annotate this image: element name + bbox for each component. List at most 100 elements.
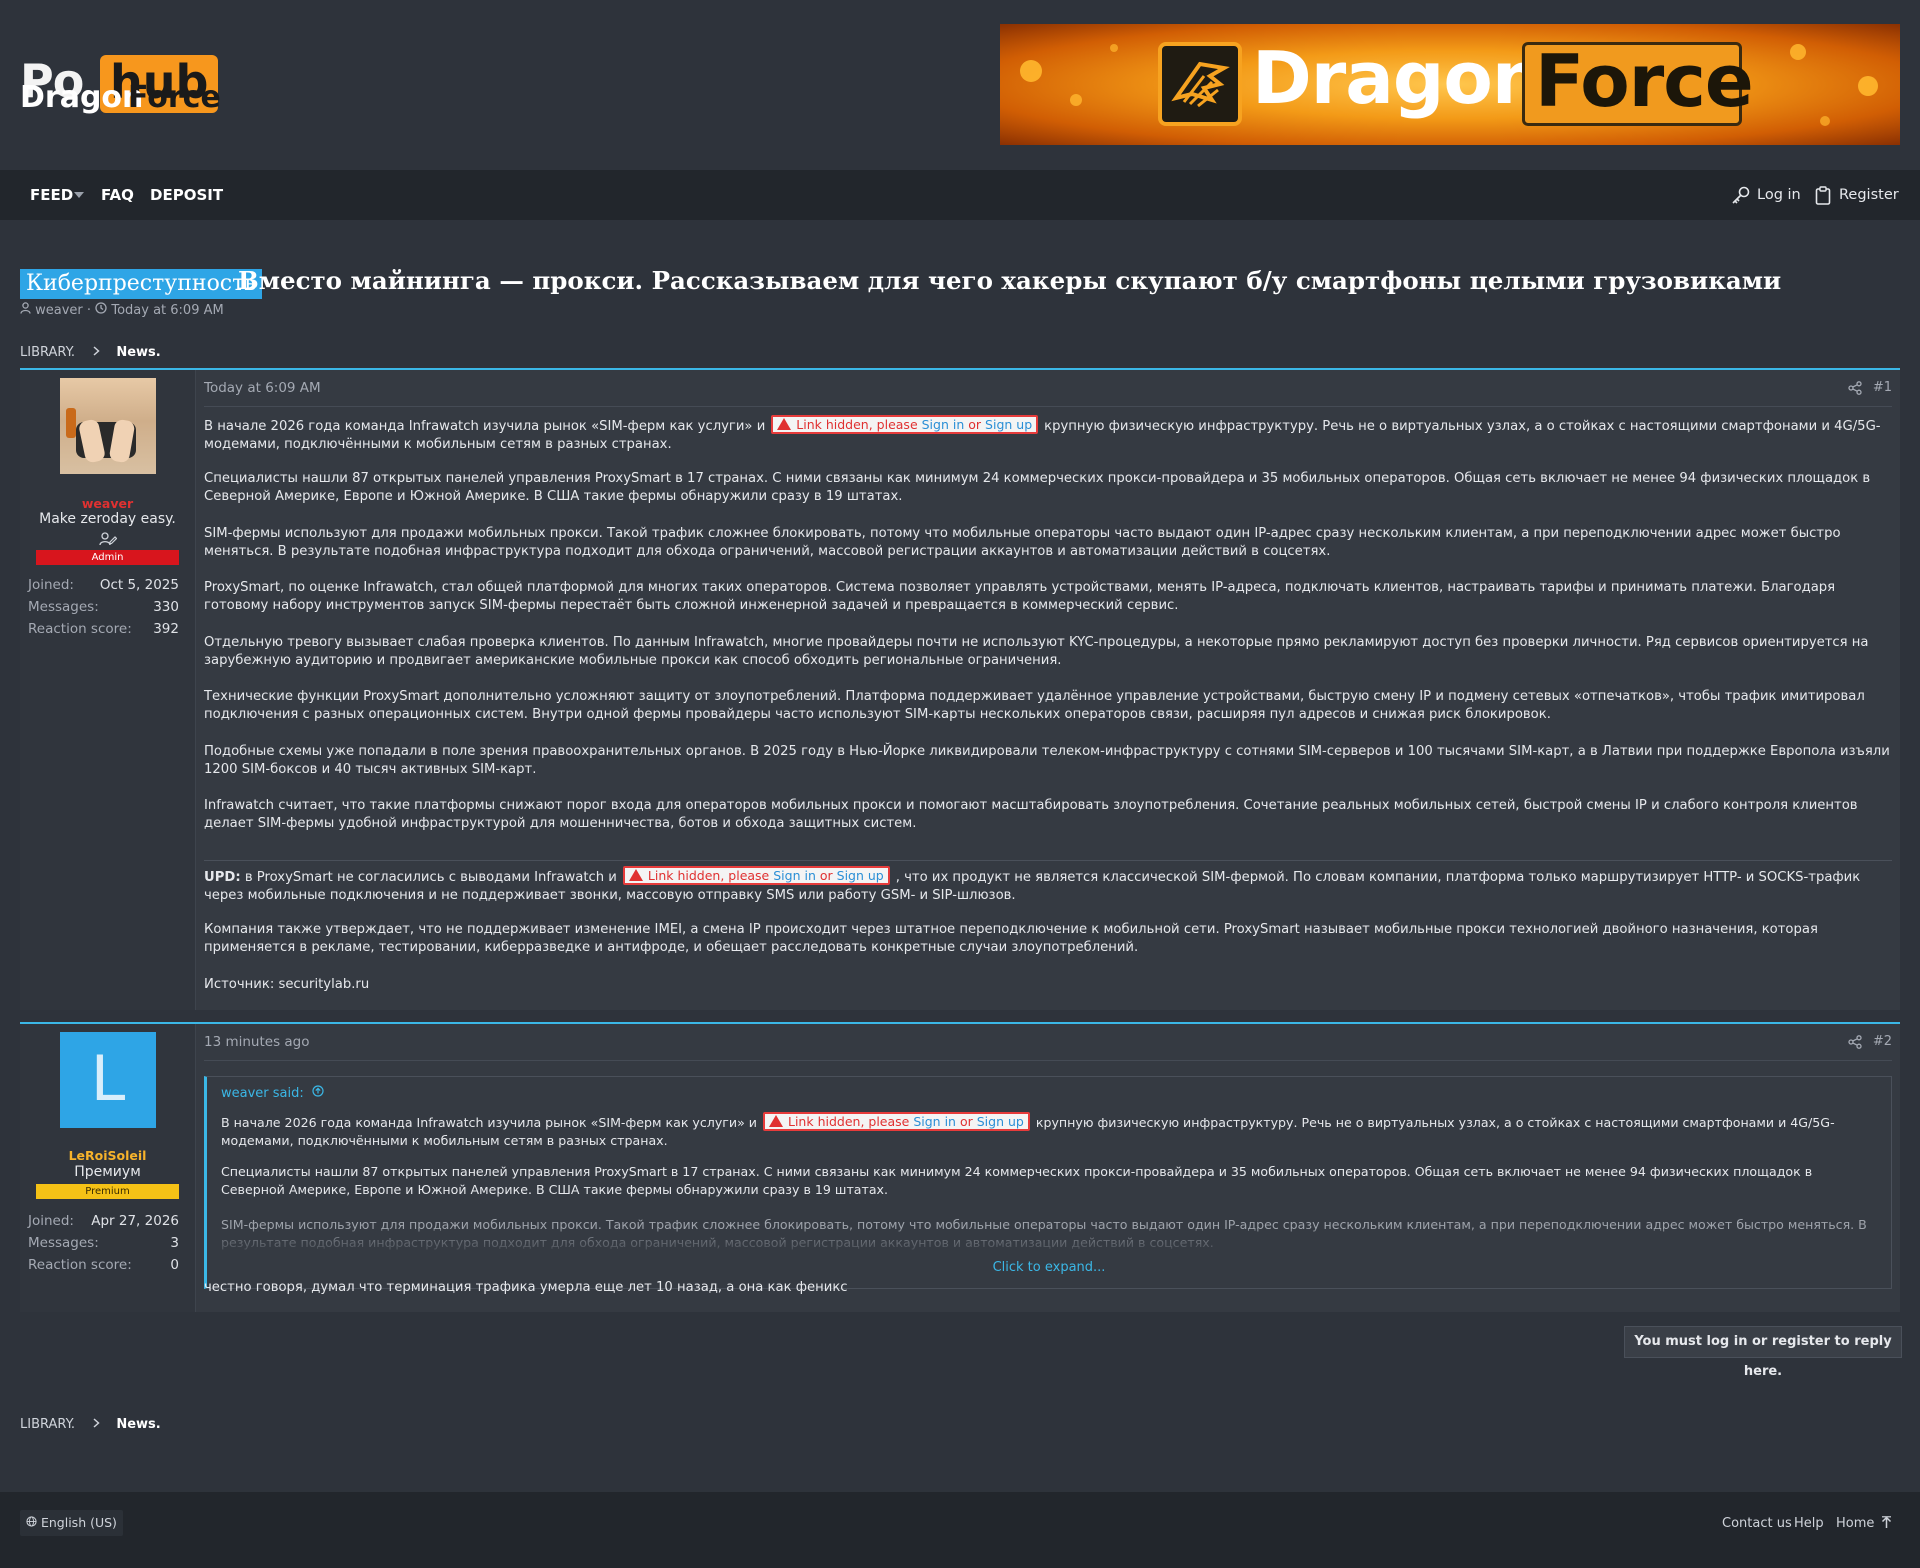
warning-icon bbox=[628, 869, 643, 881]
thread-date[interactable]: Today at 6:09 AM bbox=[111, 303, 223, 318]
sign-in-link[interactable]: Sign in bbox=[773, 868, 816, 883]
nav-deposit[interactable]: DEPOSIT bbox=[150, 170, 223, 220]
user-title: Make zeroday easy. bbox=[39, 511, 176, 527]
post-paragraph: Компания также утверждает, что не поддер… bbox=[204, 922, 1818, 955]
click-to-expand[interactable]: Click to expand... bbox=[207, 1260, 1891, 1275]
logo-word-force: Force bbox=[128, 80, 221, 115]
site-footer: English (US) Contact us Help Home bbox=[0, 1492, 1920, 1568]
user-banner: Admin bbox=[36, 550, 179, 565]
share-icon[interactable] bbox=[1848, 1035, 1862, 1053]
post-body: честно говоря, думал что терминация траф… bbox=[204, 1280, 848, 1295]
stat-reaction-score: Reaction score: 392 bbox=[28, 621, 179, 637]
post-paragraph: Подобные схемы уже попадали в поле зрени… bbox=[204, 744, 1890, 777]
hidden-link-notice[interactable]: Link hidden, please Sign in or Sign up bbox=[622, 866, 890, 885]
post-source: Источник: securitylab.ru bbox=[204, 977, 370, 992]
chevron-right-icon bbox=[93, 1417, 104, 1432]
logo-word-dragon: Dragon bbox=[20, 80, 144, 115]
post-2: L LeRoiSoleil Премиум Premium Joined: Apr… bbox=[20, 1022, 1900, 1312]
sign-in-link[interactable]: Sign in bbox=[922, 417, 965, 432]
banner-word-dragon: Dragon bbox=[1252, 36, 1543, 120]
footer-help-link[interactable]: Help bbox=[1794, 1516, 1824, 1531]
thread-meta: weaver · Today at 6:09 AM bbox=[20, 302, 224, 318]
meta-separator: · bbox=[86, 303, 92, 318]
hidden-link-notice[interactable]: Link hidden, please Sign in or Sign up bbox=[763, 1112, 1030, 1131]
key-icon bbox=[1731, 186, 1751, 208]
post-1: weaver Make zeroday easy. Admin Joined: O… bbox=[20, 368, 1900, 1010]
banner-badge-force: Force bbox=[1522, 39, 1754, 126]
quote-block: weaver said: В начале 2026 года команда … bbox=[204, 1076, 1892, 1289]
login-to-reply-button[interactable]: You must log in or register to reply her… bbox=[1624, 1326, 1902, 1379]
post-paragraph: Технические функции ProxySmart дополните… bbox=[204, 689, 1865, 722]
quote-author[interactable]: weaver said: bbox=[221, 1085, 324, 1101]
main-nav: FEED FAQ DEPOSIT Log in Register bbox=[0, 170, 1920, 220]
breadcrumb-library[interactable]: LIBRARY. bbox=[20, 1417, 75, 1432]
post-paragraph: Infrawatch считает, что такие платформы … bbox=[204, 798, 1858, 831]
post-paragraph: В начале 2026 года команда Infrawatch из… bbox=[204, 415, 1881, 452]
thread-author[interactable]: weaver bbox=[35, 303, 83, 318]
dragonforce-banner[interactable]: Dragon Force bbox=[1000, 24, 1900, 145]
post-update-paragraph: UPD: в ProxySmart не согласились с вывод… bbox=[204, 866, 1861, 903]
post-number[interactable]: #2 bbox=[1873, 1034, 1892, 1049]
stat-joined: Joined: Oct 5, 2025 bbox=[28, 577, 179, 593]
warning-icon bbox=[777, 418, 792, 430]
post-number[interactable]: #1 bbox=[1873, 380, 1892, 395]
sign-up-link[interactable]: Sign up bbox=[985, 417, 1032, 432]
username[interactable]: weaver bbox=[20, 496, 195, 511]
share-icon[interactable] bbox=[1848, 381, 1862, 399]
post-paragraph: SIM-фермы используют для продажи мобильн… bbox=[204, 526, 1841, 559]
divider bbox=[204, 860, 1892, 861]
quote-paragraph: Специалисты нашли 87 открытых панелей уп… bbox=[221, 1164, 1813, 1197]
post-header: 13 minutes ago #2 bbox=[204, 1024, 1892, 1061]
user-banner: Premium bbox=[36, 1184, 179, 1199]
warning-icon bbox=[769, 1115, 783, 1127]
breadcrumb-news[interactable]: News. bbox=[116, 345, 160, 360]
avatar[interactable] bbox=[60, 378, 156, 474]
footer-home-link[interactable]: Home bbox=[1836, 1516, 1874, 1531]
post-2-user-cell: L LeRoiSoleil Премиум Premium Joined: Apr… bbox=[20, 1024, 196, 1312]
username[interactable]: LeRoiSoleil bbox=[20, 1148, 195, 1163]
clock-icon bbox=[95, 302, 111, 318]
site-logo[interactable]: Po hub Dragon Force bbox=[20, 54, 221, 118]
breadcrumb-news[interactable]: News. bbox=[116, 1417, 160, 1432]
post-date[interactable]: 13 minutes ago bbox=[204, 1034, 310, 1050]
sign-up-link[interactable]: Sign up bbox=[977, 1114, 1024, 1129]
scroll-to-top-icon[interactable] bbox=[1881, 1516, 1892, 1533]
post-1-user-cell: weaver Make zeroday easy. Admin Joined: O… bbox=[20, 370, 196, 1010]
user-edit-icon bbox=[99, 532, 118, 550]
hidden-link-notice[interactable]: Link hidden, please Sign in or Sign up bbox=[771, 415, 1039, 434]
post-paragraph: Отдельную тревогу вызывает слабая провер… bbox=[204, 635, 1869, 668]
post-paragraph: ProxySmart, по оценке Infrawatch, стал о… bbox=[204, 580, 1836, 613]
site-header: Po hub Dragon Force Dragon Force bbox=[0, 0, 1920, 170]
footer-contact-link[interactable]: Contact us bbox=[1722, 1516, 1792, 1531]
nav-faq[interactable]: FAQ bbox=[101, 170, 134, 220]
register-link[interactable]: Register bbox=[1839, 170, 1899, 220]
nav-feed[interactable]: FEED bbox=[30, 170, 73, 220]
post-paragraph: Специалисты нашли 87 открытых панелей уп… bbox=[204, 471, 1871, 504]
thread-prefix-badge[interactable]: Киберпреступность bbox=[20, 269, 263, 299]
post-date[interactable]: Today at 6:09 AM bbox=[204, 380, 321, 396]
chevron-right-icon bbox=[93, 345, 104, 360]
globe-icon bbox=[26, 1515, 41, 1530]
clipboard-icon bbox=[1815, 186, 1831, 209]
quote-fade bbox=[207, 1229, 1891, 1259]
sign-in-link[interactable]: Sign in bbox=[913, 1114, 956, 1129]
breadcrumb: LIBRARY. News. bbox=[20, 345, 161, 360]
dragon-emblem-icon bbox=[1158, 42, 1242, 126]
login-link[interactable]: Log in bbox=[1757, 170, 1801, 220]
page-title: Вместо майнинга — прокси. Рассказываем д… bbox=[238, 266, 1782, 295]
stat-joined: Joined: Apr 27, 2026 bbox=[28, 1213, 179, 1229]
feed-dropdown-caret-icon[interactable] bbox=[74, 192, 84, 198]
language-chooser[interactable]: English (US) bbox=[20, 1510, 123, 1536]
stat-reaction-score: Reaction score: 0 bbox=[28, 1257, 179, 1273]
sign-up-link[interactable]: Sign up bbox=[837, 868, 884, 883]
quote-paragraph: В начале 2026 года команда Infrawatch из… bbox=[221, 1112, 1835, 1148]
user-title: Премиум bbox=[74, 1164, 141, 1180]
breadcrumb-library[interactable]: LIBRARY. bbox=[20, 345, 75, 360]
user-icon bbox=[20, 302, 35, 318]
breadcrumb-bottom: LIBRARY. News. bbox=[20, 1417, 161, 1432]
post-header: Today at 6:09 AM #1 bbox=[204, 370, 1892, 407]
stat-messages: Messages: 330 bbox=[28, 599, 179, 615]
arrow-up-circle-icon[interactable] bbox=[312, 1085, 324, 1101]
avatar[interactable]: L bbox=[60, 1032, 156, 1128]
stat-messages: Messages: 3 bbox=[28, 1235, 179, 1251]
